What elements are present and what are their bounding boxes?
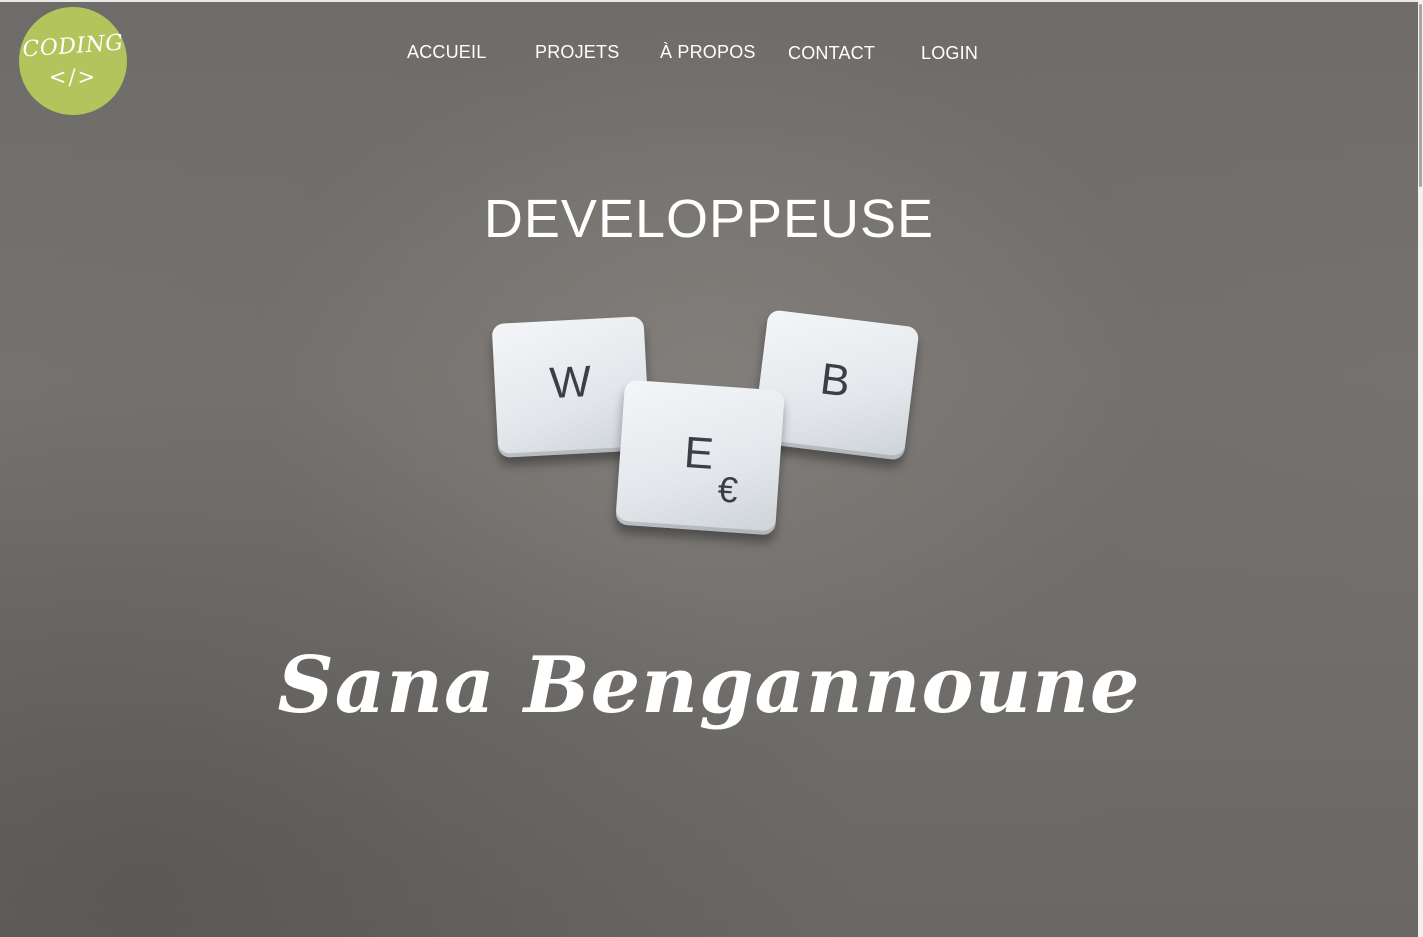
coding-logo[interactable]: CODING </> xyxy=(19,7,127,115)
code-icon: </> xyxy=(48,65,98,89)
hero-section: CODING </> ACCUEIL PROJETS À PROPOS CONT… xyxy=(0,0,1418,937)
tile-e: E € xyxy=(615,379,785,536)
nav-contact[interactable]: CONTACT xyxy=(788,43,875,64)
euro-icon: € xyxy=(716,468,740,511)
nav-accueil[interactable]: ACCUEIL xyxy=(407,42,486,63)
top-border xyxy=(0,0,1418,2)
scrollbar-thumb[interactable] xyxy=(1419,4,1422,187)
scrollbar[interactable] xyxy=(1418,0,1423,937)
logo-word: CODING xyxy=(21,30,125,63)
nav-a-propos[interactable]: À PROPOS xyxy=(660,42,756,63)
nav-projets[interactable]: PROJETS xyxy=(535,42,619,63)
nav-login[interactable]: LOGIN xyxy=(921,43,978,64)
page-title: DEVELOPPEUSE xyxy=(483,189,935,249)
tile-w-letter: W xyxy=(548,356,593,409)
author-name: Sana Bengannoune xyxy=(277,640,1141,731)
tile-b-letter: B xyxy=(817,354,853,407)
tile-e-letter: E xyxy=(682,427,716,479)
